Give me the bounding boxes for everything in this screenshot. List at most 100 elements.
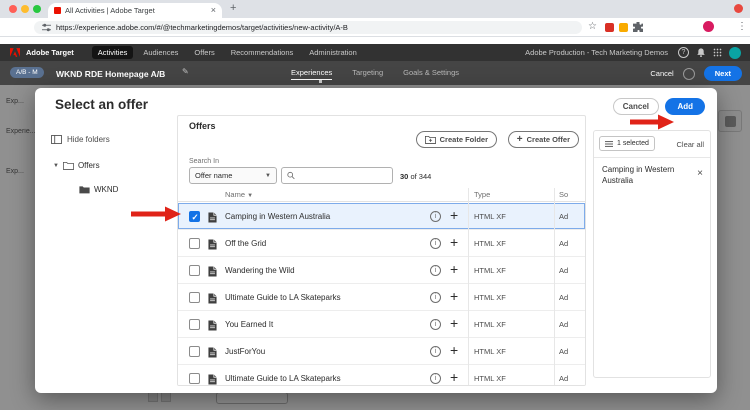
- product-name: Adobe Target: [26, 48, 74, 57]
- divider: [594, 157, 710, 158]
- info-icon[interactable]: i: [430, 292, 441, 303]
- search-input[interactable]: [299, 171, 387, 180]
- folder-icon: [79, 185, 90, 194]
- create-offer-button[interactable]: + Create Offer: [508, 131, 579, 148]
- window-minimize-button[interactable]: [21, 5, 29, 13]
- extensions-puzzle-icon[interactable]: [633, 22, 643, 32]
- activity-options-icon[interactable]: [683, 68, 695, 80]
- search-filter-dropdown[interactable]: Offer name ▼: [189, 167, 277, 184]
- column-divider: [468, 188, 469, 385]
- offer-name: Camping in Western Australia: [225, 212, 330, 221]
- offer-row[interactable]: Ultimate Guide to LA Skateparks i + HTML…: [178, 284, 585, 311]
- offer-search-box[interactable]: [281, 167, 393, 184]
- next-button[interactable]: Next: [704, 66, 742, 81]
- help-icon[interactable]: ?: [678, 47, 689, 58]
- app-switcher-grid-icon[interactable]: [713, 48, 722, 57]
- nav-item-activities[interactable]: Activities: [92, 46, 134, 59]
- offer-type: HTML XF: [474, 266, 506, 275]
- folder-icon: [63, 161, 74, 170]
- offer-type: HTML XF: [474, 347, 506, 356]
- offer-row[interactable]: Camping in Western Australia i + HTML XF…: [178, 203, 585, 230]
- window-close-button[interactable]: [9, 5, 17, 13]
- folder-tree-child[interactable]: WKND: [79, 185, 118, 194]
- annotation-arrow-to-add: [628, 113, 676, 131]
- info-icon[interactable]: i: [430, 319, 441, 330]
- offer-checkbox[interactable]: [189, 346, 200, 357]
- offer-row[interactable]: JustForYou i + HTML XF Ad: [178, 338, 585, 365]
- selected-count-button[interactable]: 1 selected: [599, 136, 655, 151]
- offers-heading: Offers: [189, 121, 216, 131]
- sidebar-panel-icon: [51, 135, 62, 144]
- quick-add-icon[interactable]: +: [450, 341, 458, 361]
- column-header-name[interactable]: Name ▼: [225, 190, 253, 199]
- offer-checkbox[interactable]: [189, 373, 200, 384]
- activity-actions: Cancel Next: [650, 66, 742, 81]
- info-icon[interactable]: i: [430, 211, 441, 222]
- remove-selected-icon[interactable]: ×: [697, 169, 703, 179]
- offer-checkbox[interactable]: [189, 265, 200, 276]
- chevron-down-icon[interactable]: ▼: [53, 163, 59, 169]
- hide-folders-label: Hide folders: [67, 135, 110, 144]
- quick-add-icon[interactable]: +: [450, 314, 458, 334]
- offer-checkbox[interactable]: [189, 211, 200, 222]
- browser-menu-icon[interactable]: ⋮: [737, 21, 747, 32]
- quick-add-icon[interactable]: +: [450, 287, 458, 307]
- quick-add-icon[interactable]: +: [450, 206, 458, 226]
- info-icon[interactable]: i: [430, 373, 441, 384]
- modal-title: Select an offer: [55, 97, 148, 112]
- info-icon[interactable]: i: [430, 238, 441, 249]
- notifications-bell-icon[interactable]: [696, 47, 706, 58]
- search-in-label: Search In: [189, 158, 219, 165]
- create-folder-button[interactable]: Create Folder: [416, 131, 497, 148]
- info-icon[interactable]: i: [430, 265, 441, 276]
- site-controls-icon[interactable]: [42, 23, 51, 32]
- adobe-logo-icon[interactable]: [10, 48, 20, 57]
- offer-row[interactable]: Ultimate Guide to LA Skateparks i + HTML…: [178, 365, 585, 386]
- window-zoom-button[interactable]: [33, 5, 41, 13]
- extension-icon[interactable]: [619, 23, 628, 32]
- offer-source: Ad: [559, 374, 568, 383]
- record-indicator-icon: [734, 4, 743, 13]
- offer-checkbox[interactable]: [189, 319, 200, 330]
- step-experiences[interactable]: Experiences: [291, 68, 332, 80]
- quick-add-icon[interactable]: +: [450, 233, 458, 253]
- quick-add-icon[interactable]: +: [450, 260, 458, 280]
- primary-nav: Activities Audiences Offers Recommendati…: [92, 46, 363, 59]
- select-offer-modal: Select an offer Cancel Add Hide folders …: [35, 88, 717, 393]
- offer-file-icon: [208, 237, 217, 255]
- offer-checkbox[interactable]: [189, 292, 200, 303]
- folder-tree-root[interactable]: ▼ Offers: [53, 161, 100, 170]
- user-avatar[interactable]: [729, 47, 741, 59]
- clear-all-link[interactable]: Clear all: [676, 140, 704, 149]
- bookmarks-strip: [0, 37, 750, 44]
- offer-file-icon: [208, 291, 217, 309]
- offer-checkbox[interactable]: [189, 238, 200, 249]
- step-goals-settings[interactable]: Goals & Settings: [403, 68, 459, 80]
- offer-file-icon: [208, 264, 217, 282]
- search-icon: [287, 171, 295, 180]
- browser-profile-avatar[interactable]: [703, 21, 714, 32]
- info-icon[interactable]: i: [430, 346, 441, 357]
- offer-type: HTML XF: [474, 293, 506, 302]
- quick-add-icon[interactable]: +: [450, 368, 458, 386]
- extension-icon[interactable]: [605, 23, 614, 32]
- offer-row[interactable]: Off the Grid i + HTML XF Ad: [178, 230, 585, 257]
- offer-row[interactable]: You Earned It i + HTML XF Ad: [178, 311, 585, 338]
- bookmark-star-icon[interactable]: ☆: [588, 21, 597, 32]
- offer-source: Ad: [559, 293, 568, 302]
- activity-cancel-button[interactable]: Cancel: [650, 69, 673, 78]
- nav-item-offers[interactable]: Offers: [188, 46, 220, 59]
- hide-folders-toggle[interactable]: Hide folders: [51, 135, 110, 144]
- offer-name: Off the Grid: [225, 239, 266, 248]
- browser-tab[interactable]: All Activities | Adobe Target ×: [48, 3, 222, 18]
- step-targeting[interactable]: Targeting: [352, 68, 383, 80]
- screenshot-frame: Exp... Experie... Exp... All Activities …: [0, 0, 750, 410]
- new-tab-button[interactable]: +: [230, 2, 236, 14]
- offer-row[interactable]: Wandering the Wild i + HTML XF Ad: [178, 257, 585, 284]
- nav-item-audiences[interactable]: Audiences: [137, 46, 184, 59]
- nav-item-administration[interactable]: Administration: [303, 46, 363, 59]
- offer-file-icon: [208, 318, 217, 336]
- tab-close-icon[interactable]: ×: [211, 6, 216, 15]
- url-bar[interactable]: https://experience.adobe.com/#/@techmark…: [34, 21, 582, 34]
- nav-item-recommendations[interactable]: Recommendations: [225, 46, 300, 59]
